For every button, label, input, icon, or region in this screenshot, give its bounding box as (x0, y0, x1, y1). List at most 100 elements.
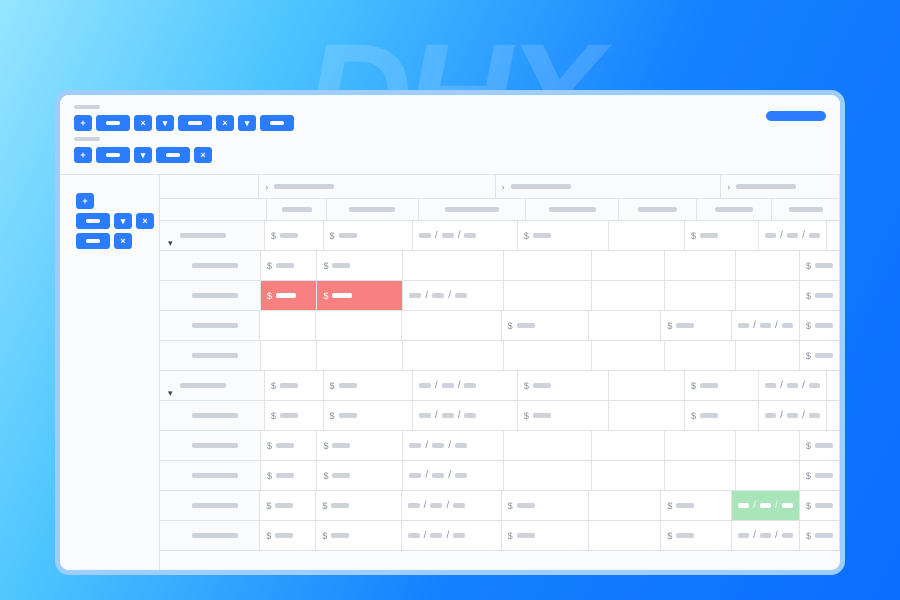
cell[interactable]: $ (661, 491, 732, 520)
cell[interactable] (827, 401, 840, 430)
cell[interactable] (261, 341, 317, 370)
toolbar-button[interactable]: ▾ (238, 115, 256, 131)
cell[interactable] (504, 461, 592, 490)
cell[interactable] (609, 371, 685, 400)
column-header[interactable] (697, 199, 773, 220)
cell[interactable]: // (403, 281, 504, 310)
cell[interactable]: $ (324, 401, 413, 430)
cell[interactable] (665, 461, 736, 490)
cell[interactable] (504, 431, 592, 460)
cell[interactable]: // (759, 371, 827, 400)
primary-action-button[interactable] (766, 111, 826, 121)
cell[interactable]: $ (317, 281, 403, 310)
cell[interactable]: $ (324, 221, 413, 250)
cell[interactable]: // (413, 221, 518, 250)
toolbar-button[interactable]: × (136, 213, 154, 229)
cell[interactable]: $ (518, 221, 609, 250)
cell[interactable] (504, 341, 592, 370)
cell[interactable]: // (403, 431, 504, 460)
row-label[interactable] (160, 401, 265, 430)
column-header[interactable] (419, 199, 526, 220)
row-label[interactable] (160, 521, 260, 550)
cell[interactable] (736, 461, 800, 490)
cell[interactable] (589, 491, 662, 520)
cell[interactable]: $ (502, 311, 589, 340)
cell[interactable] (609, 221, 685, 250)
cell[interactable]: $ (317, 461, 403, 490)
cell[interactable] (592, 431, 665, 460)
cell[interactable]: // (732, 311, 800, 340)
cell[interactable]: // (402, 491, 502, 520)
cell[interactable] (665, 341, 736, 370)
cell[interactable]: // (413, 401, 518, 430)
cell[interactable] (316, 311, 401, 340)
cell[interactable]: $ (316, 521, 401, 550)
cell[interactable]: $ (800, 461, 840, 490)
cell[interactable] (403, 251, 504, 280)
cell[interactable]: $ (661, 521, 732, 550)
toolbar-button[interactable]: + (74, 147, 92, 163)
cell[interactable]: $ (800, 491, 840, 520)
cell[interactable]: $ (685, 401, 759, 430)
cell[interactable]: $ (261, 461, 317, 490)
row-label[interactable] (160, 221, 265, 250)
row-label[interactable] (160, 491, 260, 520)
row-label[interactable] (160, 341, 261, 370)
toolbar-button[interactable] (96, 147, 130, 163)
cell[interactable] (736, 341, 800, 370)
cell[interactable] (827, 371, 840, 400)
column-group-header[interactable]: › (259, 175, 495, 198)
cell[interactable]: $ (800, 341, 840, 370)
cell[interactable] (504, 281, 592, 310)
cell[interactable] (609, 401, 685, 430)
cell[interactable]: $ (518, 371, 609, 400)
cell[interactable] (736, 431, 800, 460)
cell[interactable]: $ (317, 431, 403, 460)
cell[interactable]: $ (265, 401, 323, 430)
cell[interactable]: $ (800, 521, 840, 550)
cell[interactable] (589, 311, 662, 340)
row-label[interactable] (160, 461, 261, 490)
cell[interactable]: // (759, 401, 827, 430)
toolbar-button[interactable]: × (114, 233, 132, 249)
cell[interactable] (592, 281, 665, 310)
cell[interactable] (736, 251, 800, 280)
cell[interactable]: // (413, 371, 518, 400)
toolbar-button[interactable] (156, 147, 190, 163)
cell[interactable]: $ (261, 251, 317, 280)
sidebar-add-button[interactable]: + (76, 193, 94, 209)
cell[interactable]: $ (261, 431, 317, 460)
cell[interactable]: $ (261, 281, 317, 310)
cell[interactable] (736, 281, 800, 310)
cell[interactable]: // (732, 491, 800, 520)
cell[interactable]: $ (661, 311, 732, 340)
cell[interactable] (592, 461, 665, 490)
cell[interactable]: // (402, 521, 502, 550)
cell[interactable] (402, 311, 502, 340)
toolbar-button[interactable] (178, 115, 212, 131)
cell[interactable] (592, 251, 665, 280)
column-group-header[interactable]: › (721, 175, 840, 198)
cell[interactable] (665, 281, 736, 310)
cell[interactable]: $ (502, 521, 589, 550)
cell[interactable] (403, 341, 504, 370)
cell[interactable]: $ (324, 371, 413, 400)
column-header[interactable] (267, 199, 327, 220)
cell[interactable]: $ (800, 281, 840, 310)
cell[interactable]: $ (685, 221, 759, 250)
column-group-header[interactable]: › (496, 175, 722, 198)
cell[interactable] (504, 251, 592, 280)
cell[interactable] (665, 431, 736, 460)
cell[interactable]: $ (317, 251, 403, 280)
toolbar-button[interactable] (76, 213, 110, 229)
cell[interactable] (317, 341, 403, 370)
row-label[interactable] (160, 251, 261, 280)
cell[interactable]: $ (502, 491, 589, 520)
column-header[interactable] (327, 199, 418, 220)
toolbar-button[interactable]: × (194, 147, 212, 163)
cell[interactable]: $ (260, 491, 316, 520)
row-label[interactable] (160, 431, 261, 460)
column-header[interactable] (619, 199, 697, 220)
row-label[interactable] (160, 281, 261, 310)
row-label[interactable] (160, 311, 260, 340)
